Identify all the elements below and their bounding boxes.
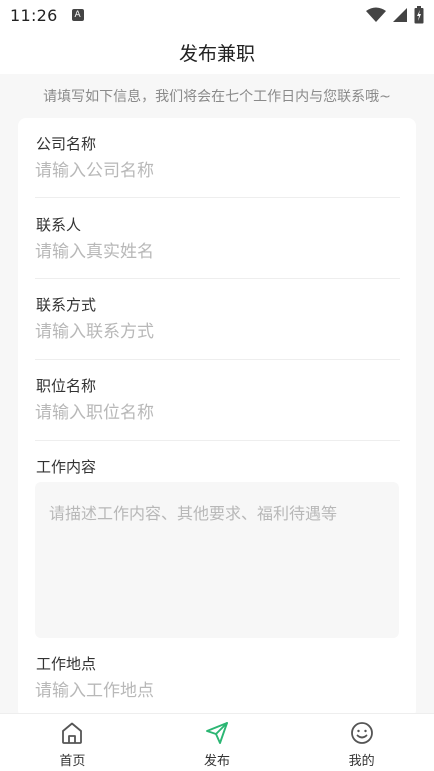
send-icon	[206, 722, 228, 744]
bottom-tab-bar: 首页 发布 我的	[0, 713, 434, 771]
phone-label: 联系方式	[36, 296, 97, 314]
content-textarea[interactable]	[35, 482, 399, 638]
tab-mine[interactable]: 我的	[289, 714, 434, 771]
tab-mine-label: 我的	[348, 754, 375, 769]
phone-field-row: 联系方式	[35, 279, 400, 360]
status-icons	[366, 6, 424, 24]
home-icon	[62, 722, 83, 744]
position-field-row: 职位名称	[35, 360, 400, 441]
status-bar: 11:26 A	[0, 0, 434, 30]
phone-input[interactable]	[35, 319, 395, 345]
contact-field-row: 联系人	[35, 198, 400, 279]
battery-icon	[414, 6, 424, 24]
tab-publish-label: 发布	[204, 754, 231, 769]
page-title: 发布兼职	[178, 42, 255, 65]
wifi-icon	[366, 7, 386, 22]
smile-icon	[350, 722, 373, 744]
company-label: 公司名称	[36, 135, 97, 153]
tab-publish[interactable]: 发布	[145, 714, 290, 771]
position-input[interactable]	[35, 400, 395, 426]
contact-input[interactable]	[35, 239, 395, 265]
content-field-row: 工作内容	[35, 441, 400, 481]
position-label: 职位名称	[36, 377, 97, 395]
content-label: 工作内容	[36, 458, 97, 476]
tab-home[interactable]: 首页	[0, 714, 145, 771]
job-form: 公司名称 联系人 联系方式 职位名称 工作内容 工作地点	[18, 118, 416, 718]
notification-badge: A	[71, 9, 84, 21]
company-input[interactable]	[35, 158, 395, 184]
signal-icon	[393, 8, 407, 22]
contact-label: 联系人	[36, 216, 82, 234]
location-field-row: 工作地点	[35, 638, 400, 718]
location-input[interactable]	[35, 678, 395, 704]
company-field-row: 公司名称	[35, 118, 400, 198]
status-time: 11:26	[10, 5, 58, 25]
location-label: 工作地点	[36, 655, 97, 673]
tab-home-label: 首页	[59, 754, 86, 769]
info-notice: 请填写如下信息，我们将会在七个工作日内与您联系哦~	[43, 89, 391, 105]
page-header: 发布兼职	[0, 30, 434, 74]
